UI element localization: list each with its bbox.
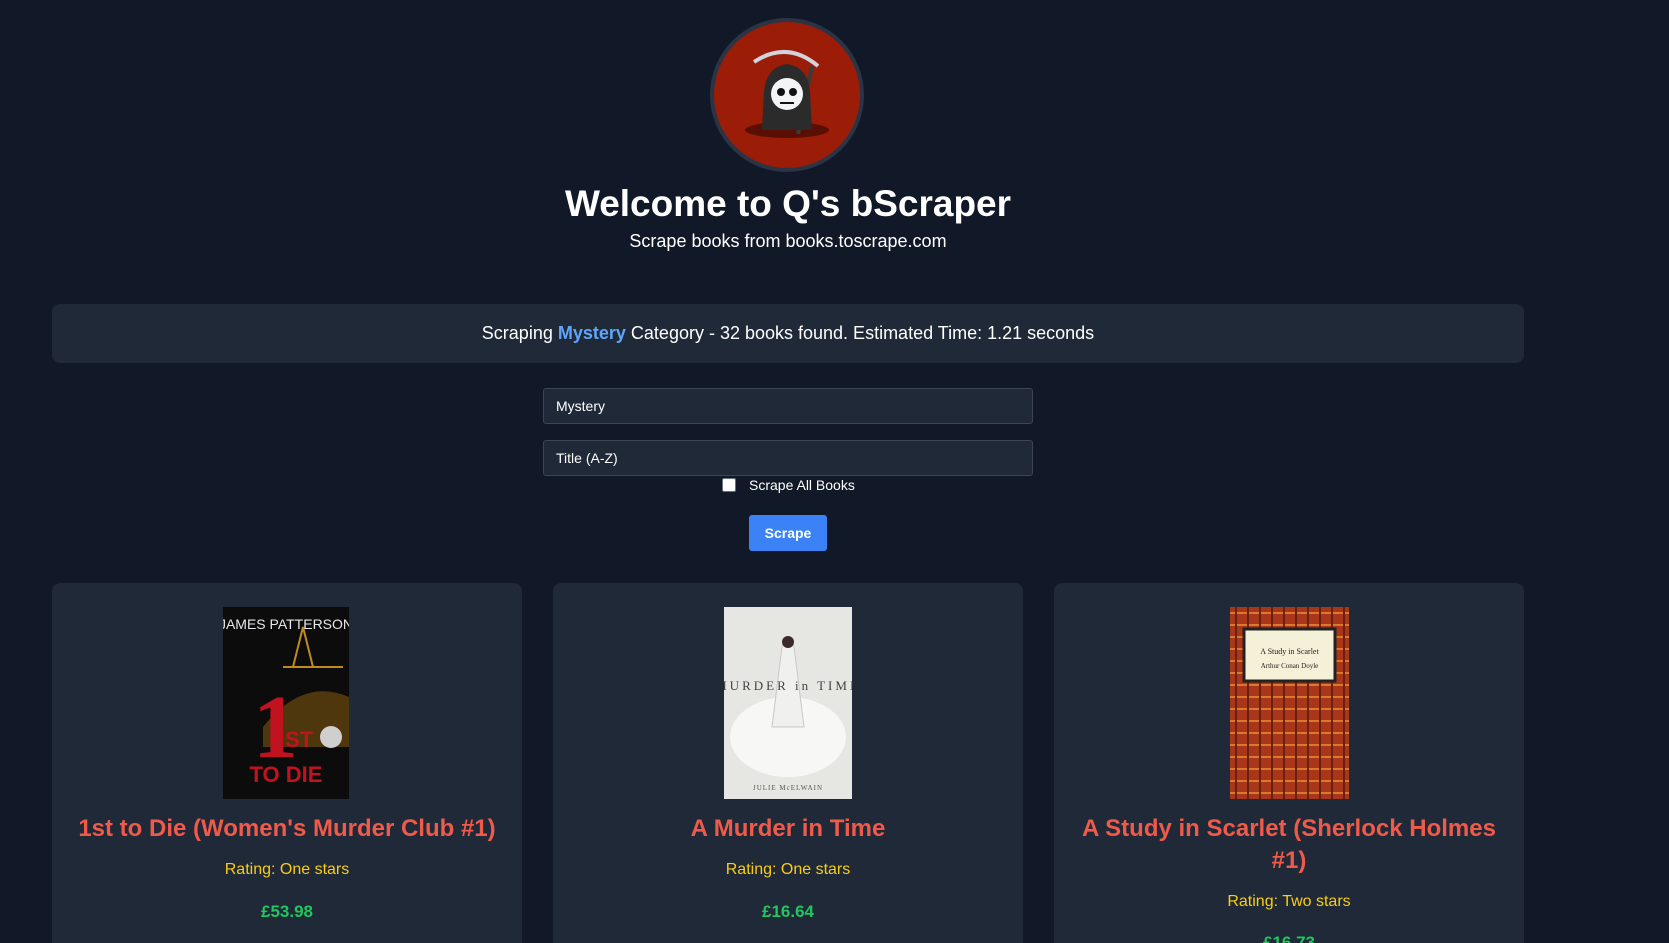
book-price: £16.64 (762, 902, 814, 921)
book-price: £16.73 (1263, 933, 1315, 943)
book-cover-image: A Study in Scarlet Arthur Conan Doyle (1230, 607, 1349, 799)
status-category: Mystery (557, 323, 626, 343)
cover-title-text: A Study in Scarlet (1260, 647, 1319, 656)
scrape-all-checkbox[interactable] (722, 478, 736, 492)
status-details: Category - 32 books found. Estimated Tim… (630, 323, 1095, 343)
category-select[interactable]: Mystery (543, 388, 1033, 424)
sort-select-value: Title (A-Z) (556, 450, 618, 466)
book-card: A Study in Scarlet Arthur Conan Doyle A … (1054, 583, 1524, 943)
cover-author-text: JAMES PATTERSON (223, 616, 349, 632)
scrape-all-option[interactable]: Scrape All Books (722, 477, 855, 493)
page-subtitle: Scrape books from books.toscrape.com (629, 231, 947, 251)
book-title[interactable]: A Study in Scarlet (Sherlock Holmes #1) (1074, 813, 1504, 877)
scrape-button[interactable]: Scrape (749, 515, 827, 551)
book-card: JAMES PATTERSON 1 ST TO DIE 1st to Die (… (52, 583, 522, 943)
book-rating: Rating: One stars (725, 861, 851, 878)
page: Welcome to Q's bScraper Scrape books fro… (0, 0, 1669, 943)
book-title[interactable]: 1st to Die (Women's Murder Club #1) (72, 813, 502, 845)
cover-title-text: MURDER in TIME (724, 678, 852, 693)
svg-text:TO DIE: TO DIE (250, 762, 323, 787)
book-title[interactable]: A Murder in Time (573, 813, 1003, 845)
book-rating: Rating: One stars (224, 861, 350, 878)
book-card: MURDER in TIME JULIE McELWAIN A Murder i… (553, 583, 1023, 943)
svg-text:ST: ST (285, 727, 314, 752)
grim-reaper-logo-icon (710, 18, 864, 172)
scrape-status-banner: Scraping Mystery Category - 32 books fou… (52, 304, 1524, 363)
book-cover-image: MURDER in TIME JULIE McELWAIN (724, 607, 852, 799)
category-select-value: Mystery (556, 398, 605, 414)
cover-author-text: JULIE McELWAIN (753, 784, 823, 792)
status-prefix: Scraping (481, 323, 553, 343)
scrape-all-label: Scrape All Books (749, 477, 855, 493)
book-rating: Rating: Two stars (1227, 893, 1351, 910)
book-price: £53.98 (261, 902, 313, 921)
sort-select[interactable]: Title (A-Z) (543, 440, 1033, 476)
page-title: Welcome to Q's bScraper (564, 183, 1012, 224)
cover-author-text: Arthur Conan Doyle (1261, 662, 1319, 670)
book-cover-image: JAMES PATTERSON 1 ST TO DIE (223, 607, 349, 799)
